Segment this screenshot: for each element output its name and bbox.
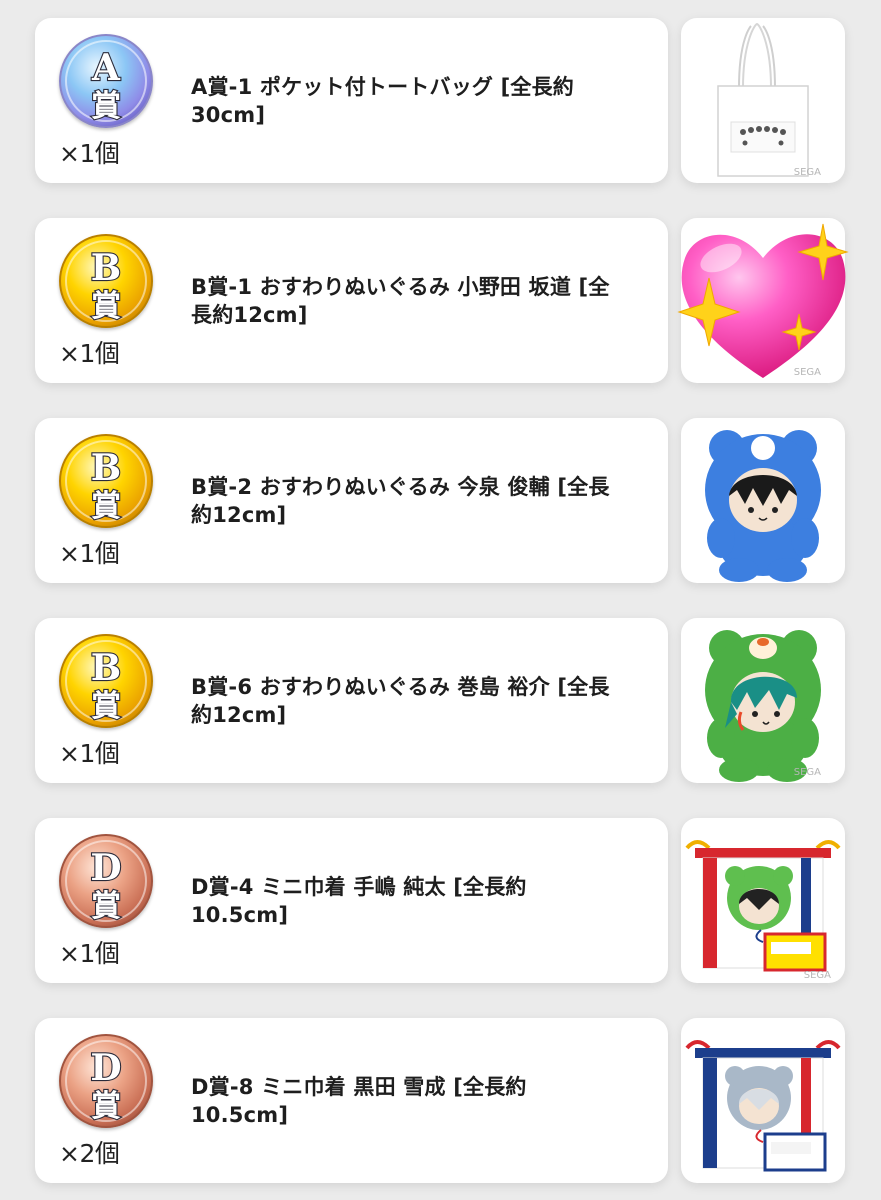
- svg-text:賞: 賞: [91, 489, 121, 524]
- svg-text:賞: 賞: [91, 289, 121, 324]
- grade-b-badge-icon: B 賞: [59, 234, 153, 328]
- prize-row[interactable]: B 賞 B賞-6 おすわりぬいぐるみ 巻島 裕介 [全長約12cm] ×1個 S…: [35, 618, 845, 783]
- prize-title: D賞-4 ミニ巾着 手嶋 純太 [全長約10.5cm]: [191, 875, 527, 927]
- blue-bear-plush-image[interactable]: [681, 418, 845, 583]
- grade-a-badge-icon: A 賞: [59, 34, 153, 128]
- prize-list: A 賞 A賞-1 ポケット付トートバッグ [全長約30cm] ×1個 SEGA: [0, 0, 881, 1200]
- prize-title: B賞-6 おすわりぬいぐるみ 巻島 裕介 [全長約12cm]: [191, 675, 610, 727]
- prize-quantity: ×1個: [59, 739, 120, 768]
- grade-d-badge-icon: D 賞: [59, 834, 153, 928]
- prize-card[interactable]: B 賞 B賞-6 おすわりぬいぐるみ 巻島 裕介 [全長約12cm] ×1個: [35, 618, 668, 783]
- mini-pouch-kuroda-image[interactable]: [681, 1018, 845, 1183]
- prize-title: B賞-1 おすわりぬいぐるみ 小野田 坂道 [全長約12cm]: [191, 275, 610, 327]
- prize-row[interactable]: A 賞 A賞-1 ポケット付トートバッグ [全長約30cm] ×1個 SEGA: [35, 18, 845, 183]
- svg-text:B: B: [91, 447, 121, 489]
- svg-text:賞: 賞: [91, 89, 121, 124]
- prize-card[interactable]: D 賞 D賞-4 ミニ巾着 手嶋 純太 [全長約10.5cm] ×1個: [35, 818, 668, 983]
- prize-title: D賞-8 ミニ巾着 黒田 雪成 [全長約10.5cm]: [191, 1075, 527, 1127]
- svg-text:SEGA: SEGA: [804, 970, 831, 981]
- prize-row[interactable]: B 賞 B賞-2 おすわりぬいぐるみ 今泉 俊輔 [全長約12cm] ×1個: [35, 418, 845, 583]
- prize-quantity: ×1個: [59, 939, 120, 968]
- prize-quantity: ×2個: [59, 1139, 120, 1168]
- grade-d-badge-icon: D 賞: [59, 1034, 153, 1128]
- svg-text:賞: 賞: [91, 889, 121, 924]
- prize-card[interactable]: D 賞 D賞-8 ミニ巾着 黒田 雪成 [全長約10.5cm] ×2個: [35, 1018, 668, 1183]
- green-bear-plush-image[interactable]: SEGA: [681, 618, 845, 783]
- svg-text:賞: 賞: [91, 1089, 121, 1124]
- prize-card[interactable]: B 賞 B賞-1 おすわりぬいぐるみ 小野田 坂道 [全長約12cm] ×1個: [35, 218, 668, 383]
- prize-quantity: ×1個: [59, 339, 120, 368]
- prize-quantity: ×1個: [59, 139, 120, 168]
- prize-title: A賞-1 ポケット付トートバッグ [全長約30cm]: [191, 75, 574, 127]
- tote-bag-image[interactable]: SEGA: [681, 18, 845, 183]
- prize-card[interactable]: A 賞 A賞-1 ポケット付トートバッグ [全長約30cm] ×1個: [35, 18, 668, 183]
- svg-text:D: D: [90, 1047, 121, 1089]
- svg-text:D: D: [90, 847, 121, 889]
- svg-text:B: B: [91, 647, 121, 689]
- prize-row[interactable]: D 賞 D賞-4 ミニ巾着 手嶋 純太 [全長約10.5cm] ×1個 SEGA: [35, 818, 845, 983]
- grade-b-badge-icon: B 賞: [59, 434, 153, 528]
- prize-quantity: ×1個: [59, 539, 120, 568]
- grade-b-badge-icon: B 賞: [59, 634, 153, 728]
- prize-title: B賞-2 おすわりぬいぐるみ 今泉 俊輔 [全長約12cm]: [191, 475, 610, 527]
- svg-text:SEGA: SEGA: [794, 167, 821, 178]
- prize-card[interactable]: B 賞 B賞-2 おすわりぬいぐるみ 今泉 俊輔 [全長約12cm] ×1個: [35, 418, 668, 583]
- svg-text:SEGA: SEGA: [794, 367, 821, 378]
- svg-text:B: B: [91, 247, 121, 289]
- svg-text:賞: 賞: [91, 689, 121, 724]
- prize-row[interactable]: B 賞 B賞-1 おすわりぬいぐるみ 小野田 坂道 [全長約12cm] ×1個: [35, 218, 849, 383]
- svg-text:A: A: [91, 47, 121, 89]
- sparkling-heart-image[interactable]: SEGA: [677, 218, 849, 383]
- svg-text:SEGA: SEGA: [794, 767, 821, 778]
- prize-row[interactable]: D 賞 D賞-8 ミニ巾着 黒田 雪成 [全長約10.5cm] ×2個: [35, 1018, 845, 1183]
- mini-pouch-teshima-image[interactable]: SEGA: [681, 818, 845, 983]
